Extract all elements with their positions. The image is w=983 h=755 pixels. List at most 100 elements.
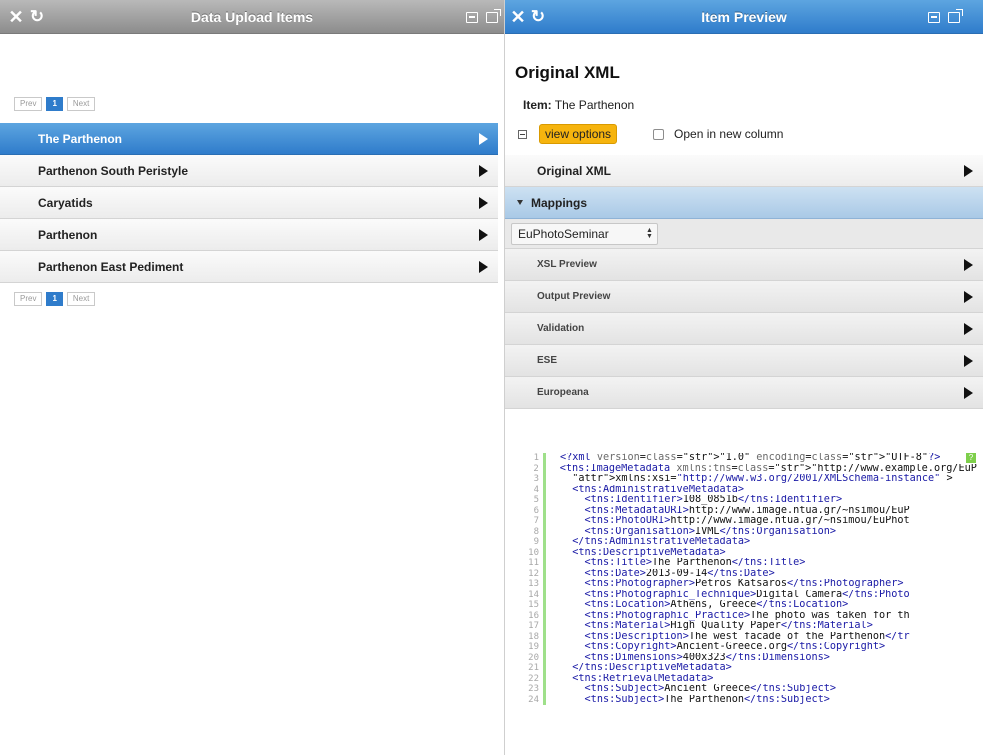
arrow-right-icon	[479, 228, 488, 241]
line-number: 19	[528, 642, 539, 652]
code-line: 7 <tns:PhotoURI>http://www.image.ntua.gr…	[527, 516, 977, 527]
open-new-column-label: Open in new column	[674, 127, 784, 141]
arrow-right-icon	[479, 260, 488, 273]
item-list: The Parthenon Parthenon South Peristyle …	[0, 123, 498, 283]
xml-code-view: 1 <?xml version=class="str">"1.0" encodin…	[527, 453, 977, 705]
change-gutter	[543, 474, 546, 485]
data-upload-items-panel: Data Upload Items ✕ ↻ Prev 1 Next The Pa…	[0, 0, 505, 755]
change-gutter	[543, 547, 546, 558]
change-gutter	[543, 589, 546, 600]
code-text: <tns:MetadataURI>http://www.image.ntua.g…	[584, 505, 910, 516]
mapping-select-row: EuPhotoSeminar ▲ ▼	[505, 219, 983, 249]
code-text: <tns:Material>High Quality Paper</tns:Ma…	[584, 621, 873, 631]
next-page-button[interactable]: Next	[66, 292, 96, 306]
arrow-right-icon	[964, 258, 973, 271]
xsl-preview-label: XSL Preview	[537, 259, 597, 270]
arrow-right-icon	[964, 386, 973, 399]
refresh-icon[interactable]: ↻	[28, 0, 46, 34]
change-gutter	[543, 516, 546, 527]
line-number: 22	[528, 673, 539, 684]
list-item[interactable]: Caryatids	[0, 187, 498, 219]
list-item[interactable]: Parthenon East Pediment	[0, 251, 498, 283]
arrow-right-icon	[479, 132, 488, 145]
list-item-label: Parthenon South Peristyle	[38, 163, 189, 178]
page-1-button[interactable]: 1	[46, 97, 63, 111]
code-text: <tns:Subject>The Parthenon</tns:Subject>	[584, 694, 830, 705]
close-icon[interactable]: ✕	[510, 0, 526, 34]
arrow-right-icon	[964, 164, 973, 177]
code-text: <tns:RetrievalMetadata>	[572, 673, 714, 684]
code-line: 19 <tns:Copyright>Ancient-Greece.org</tn…	[527, 642, 977, 653]
code-line: 17 <tns:Material>High Quality Paper</tns…	[527, 621, 977, 632]
code-text: "attr">xmlns:xsi="http://www.w3.org/2001…	[572, 474, 953, 484]
line-number: 16	[528, 610, 539, 621]
ese-row[interactable]: ESE	[505, 345, 983, 377]
line-number: 6	[533, 505, 539, 516]
change-gutter	[543, 642, 546, 653]
line-number: 11	[528, 558, 539, 568]
line-number: 18	[528, 631, 539, 642]
change-gutter	[543, 484, 546, 495]
europeana-row[interactable]: Europeana	[505, 377, 983, 409]
change-gutter	[543, 663, 546, 674]
change-gutter	[543, 537, 546, 548]
line-number: 8	[533, 526, 539, 537]
options-row: view options Open in new column	[518, 124, 783, 144]
code-text: <tns:DescriptiveMetadata>	[572, 547, 726, 558]
change-gutter	[543, 631, 546, 642]
page-1-button[interactable]: 1	[46, 292, 63, 306]
prev-page-button[interactable]: Prev	[14, 292, 43, 306]
code-line: 5 <tns:Identifier>108_0851b</tns:Identif…	[527, 495, 977, 506]
mapping-select[interactable]: EuPhotoSeminar ▲ ▼	[511, 222, 658, 245]
change-gutter	[543, 526, 546, 537]
close-icon[interactable]: ✕	[8, 0, 24, 34]
triangle-down-icon	[517, 200, 523, 205]
code-line: 14 <tns:Photographic_Technique>Digital C…	[527, 589, 977, 600]
item-line: Item: The Parthenon	[523, 98, 634, 112]
prev-page-button[interactable]: Prev	[14, 97, 43, 111]
line-number: 3	[533, 474, 539, 484]
expand-icon[interactable]	[464, 0, 480, 34]
line-number: 15	[528, 600, 539, 610]
code-line: 4 <tns:AdministrativeMetadata>	[527, 484, 977, 495]
change-gutter	[543, 684, 546, 695]
line-number: 20	[528, 652, 539, 663]
expand-icon[interactable]	[926, 0, 942, 34]
change-gutter	[543, 652, 546, 663]
mappings-row[interactable]: Mappings	[505, 187, 983, 219]
next-page-button[interactable]: Next	[66, 97, 96, 111]
list-item[interactable]: Parthenon South Peristyle	[0, 155, 498, 187]
collapse-icon[interactable]	[518, 129, 527, 139]
xsl-preview-row[interactable]: XSL Preview	[505, 249, 983, 281]
line-number: 7	[533, 516, 539, 526]
code-line: 15 <tns:Location>Athens, Greece</tns:Loc…	[527, 600, 977, 611]
list-item-label: The Parthenon	[38, 131, 123, 146]
list-item-label: Parthenon East Pediment	[38, 259, 184, 274]
change-gutter	[543, 495, 546, 506]
line-number: 2	[533, 463, 539, 474]
list-item[interactable]: The Parthenon	[0, 123, 498, 155]
validation-row[interactable]: Validation	[505, 313, 983, 345]
output-preview-row[interactable]: Output Preview	[505, 281, 983, 313]
original-xml-label: Original XML	[537, 163, 612, 178]
original-xml-row[interactable]: Original XML	[505, 155, 983, 187]
code-line: 12 <tns:Date>2013-09-14</tns:Date>	[527, 568, 977, 579]
view-options-button[interactable]: view options	[539, 124, 618, 144]
code-line: 6 <tns:MetadataURI>http://www.image.ntua…	[527, 505, 977, 516]
output-preview-label: Output Preview	[537, 291, 611, 302]
code-line: 23 <tns:Subject>Ancient Greece</tns:Subj…	[527, 684, 977, 695]
list-item[interactable]: Parthenon	[0, 219, 498, 251]
right-titlebar: Item Preview ✕ ↻	[505, 0, 983, 34]
refresh-icon[interactable]: ↻	[529, 0, 547, 34]
change-gutter	[543, 621, 546, 632]
code-line: 2 <tns:ImageMetadata xmlns:tns=class="str…	[527, 463, 977, 474]
mapping-select-value: EuPhotoSeminar	[518, 226, 609, 241]
share-icon[interactable]	[484, 0, 501, 34]
europeana-label: Europeana	[537, 387, 589, 398]
share-icon[interactable]	[946, 0, 963, 34]
code-line: 11 <tns:Title>The Parthenon</tns:Title>	[527, 558, 977, 569]
open-new-column-checkbox[interactable]	[653, 128, 665, 140]
right-panel-title: Item Preview	[701, 9, 787, 25]
code-line: 24 <tns:Subject>The Parthenon</tns:Subje…	[527, 694, 977, 705]
change-gutter	[543, 610, 546, 621]
